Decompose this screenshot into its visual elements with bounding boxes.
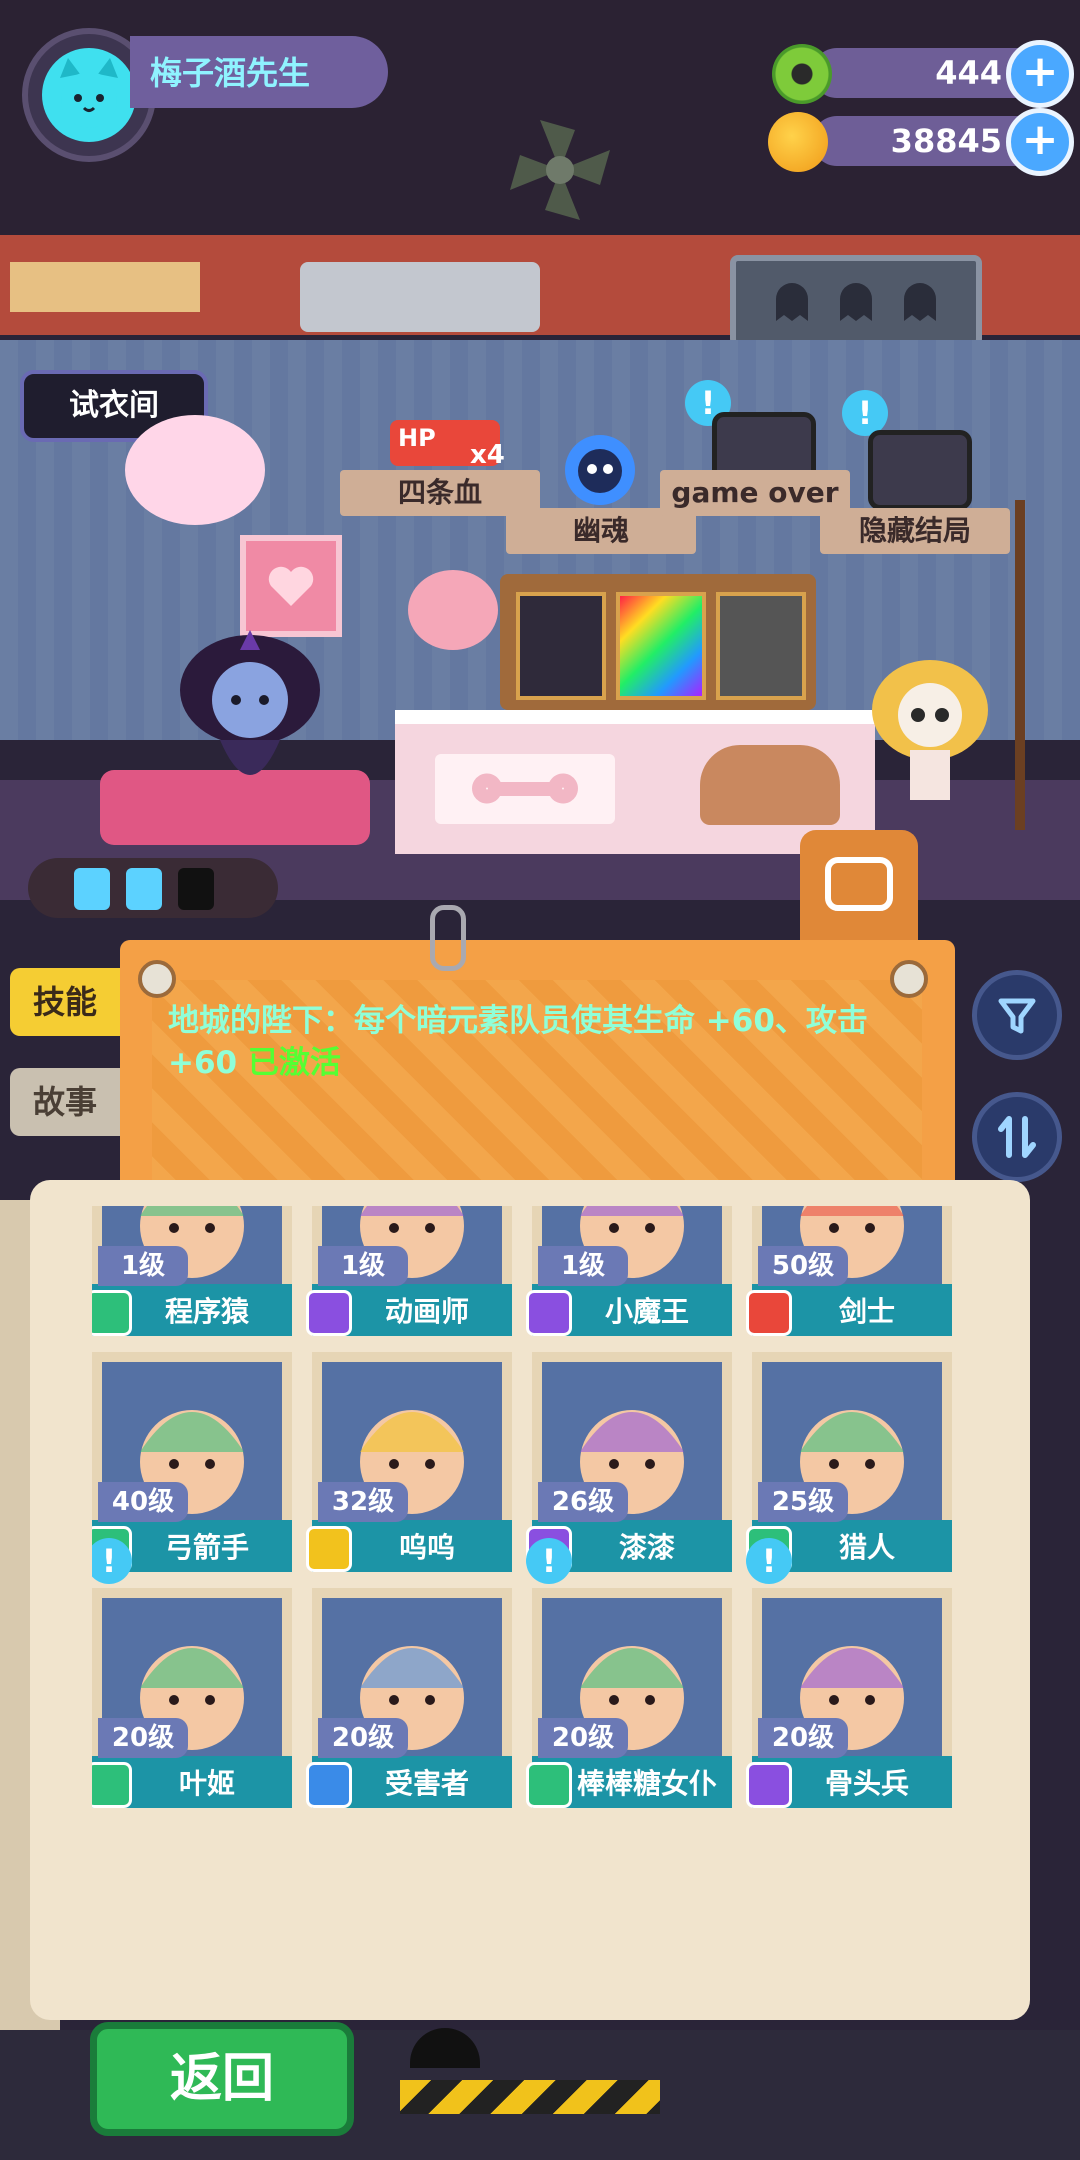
character-name: 漆漆 bbox=[618, 1531, 675, 1564]
character-level: 20级 bbox=[98, 1718, 188, 1758]
player-name: 梅子酒先生 bbox=[150, 54, 311, 92]
character-roster[interactable]: 程序猿 1级 动画师 1级 小魔王 1级 剑士 50级 弓箭手 40级 呜呜 32级 漆漆 26级 猎人 25… bbox=[92, 1206, 992, 1846]
sort-button[interactable] bbox=[972, 1092, 1062, 1182]
tab-skill[interactable]: 技能 bbox=[10, 968, 120, 1036]
role-shield-icon bbox=[92, 1290, 132, 1336]
book-footer-faded bbox=[220, 1862, 980, 1892]
character-level: 25级 bbox=[758, 1482, 848, 1522]
hazard-stripe bbox=[400, 2080, 660, 2114]
photo-grey[interactable] bbox=[716, 592, 806, 700]
ceiling-fan-icon bbox=[510, 120, 610, 220]
character-level: 1级 bbox=[538, 1246, 628, 1286]
role-shield-icon bbox=[306, 1526, 352, 1572]
character-card[interactable]: 程序猿 1级 bbox=[92, 1206, 292, 1336]
character-name: 棒棒糖女仆 bbox=[576, 1767, 717, 1800]
shelf-vent bbox=[10, 262, 200, 312]
character-level: 20级 bbox=[318, 1718, 408, 1758]
character-name: 猎人 bbox=[838, 1531, 895, 1564]
notice-icon[interactable]: ! bbox=[92, 1538, 132, 1584]
character-card[interactable]: 小魔王 1级 bbox=[526, 1206, 732, 1336]
pink-lamp bbox=[125, 415, 265, 525]
wardrobe-tab[interactable] bbox=[800, 830, 918, 940]
character-card[interactable]: 漆漆 26级 bbox=[526, 1352, 732, 1572]
dark-queen-character[interactable] bbox=[150, 620, 350, 820]
character-name: 剑士 bbox=[838, 1295, 895, 1328]
character-name: 程序猿 bbox=[164, 1295, 249, 1328]
ghost-skull-icon bbox=[565, 435, 635, 505]
cat-avatar-icon bbox=[42, 48, 136, 142]
character-level: 20级 bbox=[758, 1718, 848, 1758]
notice-icon[interactable]: ! bbox=[526, 1538, 572, 1584]
role-shield-icon bbox=[92, 1762, 132, 1808]
sort-icon bbox=[998, 1116, 1036, 1158]
pin-icon bbox=[890, 960, 928, 998]
character-card[interactable]: 棒棒糖女仆 20级! bbox=[526, 1538, 732, 1808]
character-card[interactable]: 剑士 50级 bbox=[746, 1206, 952, 1336]
photo-rainbow[interactable] bbox=[616, 592, 706, 700]
character-name: 小魔王 bbox=[604, 1295, 689, 1328]
notice-icon[interactable]: ! bbox=[746, 1538, 792, 1584]
character-card[interactable]: 叶姬 20级! bbox=[92, 1538, 292, 1808]
hp-multiplier: x4 bbox=[470, 440, 505, 470]
energy-cell-empty-icon bbox=[178, 868, 214, 910]
energy-cell-icon bbox=[126, 868, 162, 910]
character-name: 动画师 bbox=[384, 1295, 469, 1328]
currency-value-donut: 444 bbox=[935, 54, 1002, 92]
bone-drawer bbox=[435, 754, 615, 824]
character-level: 50级 bbox=[758, 1246, 848, 1286]
role-shield-icon bbox=[746, 1290, 792, 1336]
character-name: 呜呜 bbox=[398, 1531, 455, 1564]
donut-coin-icon bbox=[772, 44, 832, 104]
back-label: 返回 bbox=[169, 2049, 274, 2109]
add-gem-button[interactable]: + bbox=[1006, 108, 1074, 176]
energy-bar bbox=[28, 858, 278, 918]
character-card[interactable]: 动画师 1级 bbox=[306, 1206, 512, 1336]
character-level: 32级 bbox=[318, 1482, 408, 1522]
character-level: 26级 bbox=[538, 1482, 628, 1522]
radio-box bbox=[300, 262, 540, 332]
character-name: 弓箭手 bbox=[164, 1531, 249, 1564]
role-shield-icon bbox=[526, 1290, 572, 1336]
character-name: 骨头兵 bbox=[824, 1767, 909, 1800]
hidden-ending-tv-icon bbox=[868, 430, 972, 510]
filter-button[interactable] bbox=[972, 970, 1062, 1060]
character-name: 叶姬 bbox=[178, 1767, 235, 1800]
character-level: 20级 bbox=[538, 1718, 628, 1758]
pin-icon bbox=[138, 960, 176, 998]
photo-dark-queen[interactable] bbox=[516, 592, 606, 700]
bread-plush bbox=[700, 745, 840, 825]
character-card[interactable]: 猎人 25级 bbox=[746, 1352, 952, 1572]
character-name: 受害者 bbox=[384, 1767, 469, 1800]
role-shield-icon bbox=[306, 1762, 352, 1808]
character-level: 40级 bbox=[98, 1482, 188, 1522]
character-card[interactable]: 呜呜 32级 bbox=[306, 1352, 512, 1572]
currency-value-gem: 38845 bbox=[890, 122, 1002, 160]
ghost-display bbox=[730, 255, 982, 347]
skill-status: 已激活 bbox=[247, 1045, 341, 1081]
paperclip-icon bbox=[430, 905, 466, 971]
character-card[interactable]: 受害者 20级 bbox=[306, 1588, 512, 1808]
role-shield-icon bbox=[306, 1290, 352, 1336]
character-card[interactable]: 弓箭手 40级 bbox=[92, 1352, 292, 1572]
banner-hidden-ending[interactable]: 隐藏结局 bbox=[820, 508, 1010, 554]
tab-story[interactable]: 故事 bbox=[10, 1068, 120, 1136]
flower-vase bbox=[408, 570, 498, 650]
skill-description: 地城的陛下：每个暗元素队员使其生命 +60、攻击 +60 已激活 bbox=[168, 1000, 888, 1084]
filter-icon bbox=[998, 998, 1036, 1034]
skeleton-girl-character[interactable] bbox=[870, 660, 990, 810]
coat-rack bbox=[1015, 500, 1025, 830]
photo-frame bbox=[500, 574, 816, 710]
add-donut-button[interactable]: + bbox=[1006, 40, 1074, 108]
fitting-room-label: 试衣间 bbox=[69, 388, 159, 423]
planet-gem-icon bbox=[768, 112, 828, 172]
character-card[interactable]: 骨头兵 20级! bbox=[746, 1538, 952, 1808]
back-button[interactable]: 返回 bbox=[90, 2022, 354, 2136]
character-level: 1级 bbox=[318, 1246, 408, 1286]
hp-badge-label: HP bbox=[398, 424, 436, 452]
role-shield-icon bbox=[526, 1762, 572, 1808]
character-level: 1级 bbox=[98, 1246, 188, 1286]
role-shield-icon bbox=[746, 1762, 792, 1808]
energy-cell-icon bbox=[74, 868, 110, 910]
